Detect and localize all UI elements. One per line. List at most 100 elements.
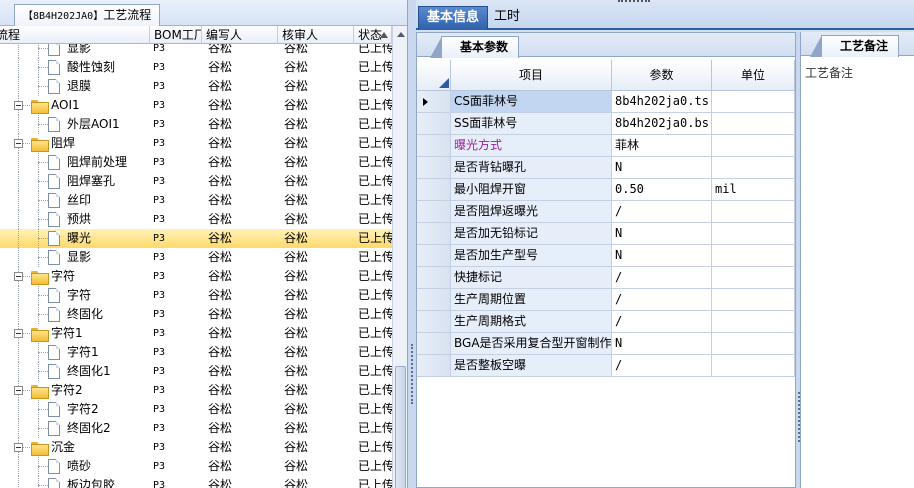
tree-row[interactable]: 阻焊塞孔 P3 谷松 谷松 已上传 xyxy=(0,172,392,191)
scroll-up-icon[interactable] xyxy=(397,32,405,37)
param-unit-cell[interactable] xyxy=(712,267,795,289)
param-value-cell[interactable]: N xyxy=(612,245,712,267)
tab-basic-params[interactable]: 基本参数 xyxy=(441,36,520,58)
tree-row[interactable]: 字符1 P3 谷松 谷松 已上传 xyxy=(0,324,392,343)
row-indicator[interactable] xyxy=(417,135,451,157)
param-row[interactable]: 生产周期格式 / xyxy=(417,311,795,333)
row-indicator[interactable] xyxy=(417,311,451,333)
sort-up-icon[interactable] xyxy=(380,32,388,38)
param-unit-cell[interactable] xyxy=(712,355,795,377)
top-grip-icon[interactable] xyxy=(618,0,650,3)
tree-row[interactable]: 阻焊 P3 谷松 谷松 已上传 xyxy=(0,134,392,153)
tree-row[interactable]: 终固化1 P3 谷松 谷松 已上传 xyxy=(0,362,392,381)
collapse-icon[interactable] xyxy=(14,386,23,395)
param-row[interactable]: 是否整板空曝 / xyxy=(417,355,795,377)
row-indicator[interactable] xyxy=(417,355,451,377)
param-row[interactable]: 是否阻焊返曝光 / xyxy=(417,201,795,223)
param-row[interactable]: 曝光方式 菲林 xyxy=(417,135,795,157)
grid-header-item[interactable]: 项目 xyxy=(451,60,612,91)
row-indicator[interactable] xyxy=(417,157,451,179)
row-indicator[interactable] xyxy=(417,289,451,311)
param-row[interactable]: 是否加生产型号 N xyxy=(417,245,795,267)
tree-row[interactable]: 沉金 P3 谷松 谷松 已上传 xyxy=(0,438,392,457)
tree-row[interactable]: 显影 P3 谷松 谷松 已上传 xyxy=(0,248,392,267)
param-unit-cell[interactable] xyxy=(712,135,795,157)
splitter-grip-icon[interactable] xyxy=(411,344,413,404)
tree-row[interactable]: 曝光 P3 谷松 谷松 已上传 xyxy=(0,229,392,248)
tree-row[interactable]: 预烘 P3 谷松 谷松 已上传 xyxy=(0,210,392,229)
collapse-icon[interactable] xyxy=(14,139,23,148)
row-indicator[interactable] xyxy=(417,333,451,355)
tree-row[interactable]: 字符2 P3 谷松 谷松 已上传 xyxy=(0,400,392,419)
tab-process-flow[interactable]: 【8B4H202JA0】工艺流程 xyxy=(14,4,161,26)
tree-row[interactable]: AOI1 P3 谷松 谷松 已上传 xyxy=(0,96,392,115)
tree-row[interactable]: 字符 P3 谷松 谷松 已上传 xyxy=(0,267,392,286)
col-header-writer[interactable]: 编写人 xyxy=(202,26,278,44)
grid-header-unit[interactable]: 单位 xyxy=(712,60,795,91)
tree-row[interactable]: 字符1 P3 谷松 谷松 已上传 xyxy=(0,343,392,362)
param-row[interactable]: 是否加无铅标记 N xyxy=(417,223,795,245)
param-row[interactable]: 生产周期位置 / xyxy=(417,289,795,311)
param-unit-cell[interactable] xyxy=(712,289,795,311)
tree-row[interactable]: 板边包胶 P3 谷松 谷松 已上传 xyxy=(0,476,392,488)
param-unit-cell[interactable] xyxy=(712,333,795,355)
param-value-cell[interactable]: / xyxy=(612,267,712,289)
param-unit-cell[interactable] xyxy=(712,223,795,245)
col-header-bom[interactable]: BOM工厂 xyxy=(150,26,202,44)
col-header-reviewer[interactable]: 核审人 xyxy=(278,26,354,44)
collapse-icon[interactable] xyxy=(14,329,23,338)
param-row[interactable]: BGA是否采用复合型开窗制作 N xyxy=(417,333,795,355)
row-indicator[interactable] xyxy=(417,223,451,245)
tab-work-hours[interactable]: 工时 xyxy=(486,6,528,30)
row-indicator[interactable] xyxy=(417,113,451,135)
tree-row[interactable]: 丝印 P3 谷松 谷松 已上传 xyxy=(0,191,392,210)
param-unit-cell[interactable] xyxy=(712,91,795,113)
param-value-cell[interactable]: 8b4h202ja0.bs xyxy=(612,113,712,135)
param-unit-cell[interactable] xyxy=(712,311,795,333)
tree-row[interactable]: 阻焊前处理 P3 谷松 谷松 已上传 xyxy=(0,153,392,172)
tree-row[interactable]: 外层AOI1 P3 谷松 谷松 已上传 xyxy=(0,115,392,134)
tree-row[interactable]: 字符 P3 谷松 谷松 已上传 xyxy=(0,286,392,305)
tree-row[interactable]: 终固化2 P3 谷松 谷松 已上传 xyxy=(0,419,392,438)
param-row[interactable]: CS面菲林号 8b4h202ja0.ts xyxy=(417,91,795,113)
tree-row[interactable]: 显影 P3 谷松 谷松 已上传 xyxy=(0,44,392,58)
row-indicator[interactable] xyxy=(417,267,451,289)
tree-row[interactable]: 酸性蚀刻 P3 谷松 谷松 已上传 xyxy=(0,58,392,77)
param-value-cell[interactable]: N xyxy=(612,333,712,355)
param-row[interactable]: 最小阻焊开窗 0.50 mil xyxy=(417,179,795,201)
param-value-cell[interactable]: N xyxy=(612,223,712,245)
row-indicator[interactable] xyxy=(417,201,451,223)
param-value-cell[interactable]: / xyxy=(612,311,712,333)
col-header-flow[interactable]: 流程 xyxy=(0,26,150,44)
row-indicator[interactable] xyxy=(417,245,451,267)
grid-header-param[interactable]: 参数 xyxy=(612,60,712,91)
row-indicator[interactable] xyxy=(417,91,451,113)
param-value-cell[interactable]: 8b4h202ja0.ts xyxy=(612,91,712,113)
pane-splitter[interactable] xyxy=(408,0,416,488)
param-row[interactable]: 快捷标记 / xyxy=(417,267,795,289)
collapse-icon[interactable] xyxy=(14,272,23,281)
param-row[interactable]: 是否背钻曝孔 N xyxy=(417,157,795,179)
collapse-icon[interactable] xyxy=(14,443,23,452)
param-value-cell[interactable]: / xyxy=(612,355,712,377)
tree-scrollbar[interactable] xyxy=(392,26,407,488)
param-unit-cell[interactable] xyxy=(712,201,795,223)
tab-process-notes[interactable]: 工艺备注 xyxy=(821,35,900,57)
param-unit-cell[interactable]: mil xyxy=(712,179,795,201)
tree-row[interactable]: 喷砂 P3 谷松 谷松 已上传 xyxy=(0,457,392,476)
scrollbar-thumb[interactable] xyxy=(395,366,406,488)
tab-basic-info[interactable]: 基本信息 xyxy=(418,6,489,30)
collapse-icon[interactable] xyxy=(14,101,23,110)
row-indicator[interactable] xyxy=(417,179,451,201)
param-value-cell[interactable]: N xyxy=(612,157,712,179)
param-value-cell[interactable]: / xyxy=(612,289,712,311)
tree-row[interactable]: 终固化 P3 谷松 谷松 已上传 xyxy=(0,305,392,324)
param-value-cell[interactable]: / xyxy=(612,201,712,223)
param-unit-cell[interactable] xyxy=(712,113,795,135)
param-row[interactable]: SS面菲林号 8b4h202ja0.bs xyxy=(417,113,795,135)
param-unit-cell[interactable] xyxy=(712,157,795,179)
tree-row[interactable]: 退膜 P3 谷松 谷松 已上传 xyxy=(0,77,392,96)
param-value-cell[interactable]: 0.50 xyxy=(612,179,712,201)
tree-row[interactable]: 字符2 P3 谷松 谷松 已上传 xyxy=(0,381,392,400)
param-unit-cell[interactable] xyxy=(712,245,795,267)
